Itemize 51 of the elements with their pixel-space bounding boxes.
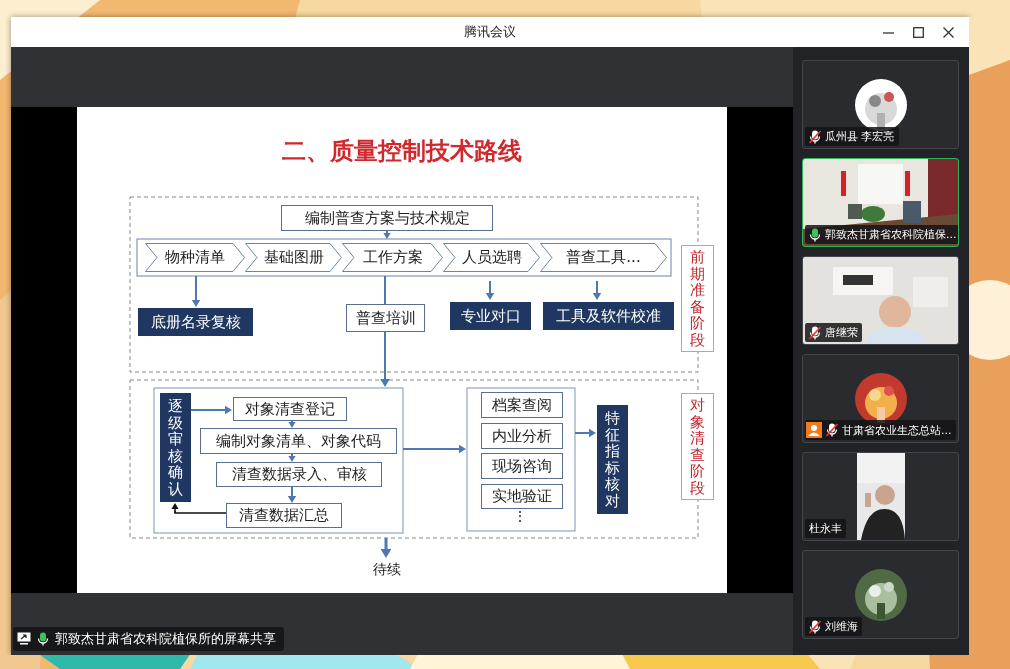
participant-name: 甘肃省农业生态总站...: [842, 422, 952, 438]
arrow: [402, 444, 466, 454]
window-title: 腾讯会议: [464, 23, 516, 41]
video-tile[interactable]: 杜永丰: [802, 452, 959, 541]
participant-name: 郭致杰甘肃省农科院植保...: [825, 227, 957, 242]
video-tile[interactable]: 瓜州县 李宏亮: [802, 60, 959, 149]
arrow: [287, 486, 297, 503]
process-box: 底册名录复核: [138, 308, 253, 336]
diagram-text: 待续: [373, 561, 401, 579]
leader-line: [174, 510, 227, 514]
arrow: [383, 230, 391, 239]
screen-share-icon: [17, 632, 31, 645]
process-box: 编制普查方案与技术规定: [281, 205, 493, 231]
video-tile[interactable]: 唐继荣: [802, 256, 959, 345]
maximize-icon: [912, 26, 924, 38]
arrow: [171, 503, 179, 514]
process-box: 档案查阅: [481, 392, 563, 418]
process-box: 清查数据录入、审核: [216, 462, 382, 487]
screen-share-label: 郭致杰甘肃省农科院植保所的屏幕共享: [55, 629, 276, 648]
arrow: [574, 428, 596, 438]
arrow: [288, 420, 296, 428]
arrow: [485, 280, 495, 300]
arrow: [288, 453, 296, 462]
process-box: 特征指标核对: [597, 405, 628, 514]
process-box: 工具及软件校准: [543, 302, 674, 330]
process-box: 清查数据汇总: [226, 503, 342, 528]
arrow: [380, 538, 392, 558]
process-box: 对象清查登记: [233, 397, 347, 421]
process-box: 普查培训: [346, 304, 425, 332]
process-box: 逐级审核确认: [160, 393, 191, 502]
process-box: 现场咨询: [481, 453, 563, 479]
diagram-text: ⋮: [513, 508, 527, 524]
arrow: [191, 275, 201, 307]
chevron-step: 普查工具...: [540, 243, 667, 272]
process-box: 专业对口: [450, 302, 531, 330]
video-tile[interactable]: 甘肃省农业生态总站...: [802, 354, 959, 443]
arrow: [592, 280, 602, 300]
participant-name: 瓜州县 李宏亮: [825, 129, 895, 144]
video-tile[interactable]: 郭致杰甘肃省农科院植保...: [802, 158, 959, 247]
process-box: 编制对象清单、对象代码: [200, 428, 397, 454]
slide-title: 二、质量控制技术路线: [282, 135, 522, 167]
close-icon: [942, 26, 954, 38]
participant-name: 杜永丰: [809, 521, 842, 536]
arrow: [190, 405, 232, 415]
stage-label: 前期准备阶段: [681, 245, 714, 352]
video-tile[interactable]: 刘维海: [802, 550, 959, 639]
process-box: 实地验证: [481, 484, 563, 509]
stage-label: 对象清查阶段: [681, 393, 714, 500]
participant-name: 刘维海: [825, 619, 858, 634]
participant-name: 唐继荣: [825, 325, 858, 340]
process-box: 内业分析: [481, 423, 563, 449]
